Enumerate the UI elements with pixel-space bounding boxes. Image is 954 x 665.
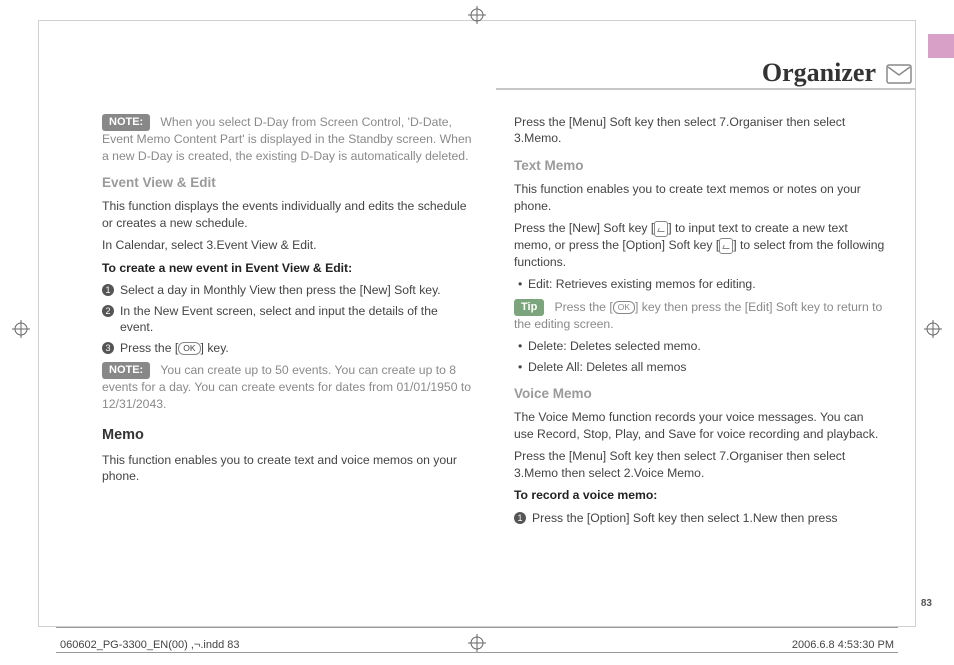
footer-timestamp: 2006.6.8 4:53:30 PM bbox=[792, 639, 894, 651]
tip-block: Tip Press the [OK] key then press the [E… bbox=[514, 299, 886, 333]
page-title: Organizer bbox=[762, 58, 876, 88]
step-text: Press the [Option] Soft key then select … bbox=[532, 511, 838, 525]
voice-memo-path: Press the [Menu] Soft key then select 7.… bbox=[514, 448, 886, 481]
note-badge: NOTE: bbox=[102, 114, 150, 131]
page-number: 83 bbox=[921, 598, 932, 609]
soft-key-icon bbox=[719, 238, 733, 254]
event-view-create-heading: To create a new event in Event View & Ed… bbox=[102, 260, 474, 276]
note-text: You can create up to 50 events. You can … bbox=[102, 363, 471, 411]
ok-key-icon: OK bbox=[178, 342, 200, 355]
note-block-1: NOTE: When you select D-Day from Screen … bbox=[102, 114, 474, 164]
content-columns: NOTE: When you select D-Day from Screen … bbox=[102, 108, 886, 597]
tip-badge: Tip bbox=[514, 299, 544, 316]
heading-voice-memo: Voice Memo bbox=[514, 385, 886, 403]
memo-desc: This function enables you to create text… bbox=[102, 452, 474, 485]
step-text: In the New Event screen, select and inpu… bbox=[120, 304, 438, 334]
print-footer: 060602_PG-3300_EN(00) ,¬.indd 83 2006.6.… bbox=[56, 627, 898, 653]
voice-step-1: 1 Press the [Option] Soft key then select… bbox=[514, 510, 886, 526]
registration-mark-left bbox=[12, 320, 30, 338]
right-column: Press the [Menu] Soft key then select 7.… bbox=[514, 108, 886, 597]
note-text: When you select D-Day from Screen Contro… bbox=[102, 115, 472, 163]
step-number-icon: 1 bbox=[514, 512, 526, 524]
step-number-icon: 3 bbox=[102, 342, 114, 354]
heading-event-view: Event View & Edit bbox=[102, 174, 474, 192]
option-delete-all: Delete All: Deletes all memos bbox=[518, 359, 886, 375]
event-steps: 1 Select a day in Monthly View then press… bbox=[102, 282, 474, 356]
step-number-icon: 1 bbox=[102, 284, 114, 296]
side-color-tab bbox=[928, 34, 954, 58]
registration-mark-right bbox=[924, 320, 942, 338]
footer-file-info: 060602_PG-3300_EN(00) ,¬.indd 83 bbox=[60, 639, 240, 651]
heading-memo: Memo bbox=[102, 426, 474, 446]
option-delete: Delete: Deletes selected memo. bbox=[518, 338, 886, 354]
event-step-2: 2 In the New Event screen, select and inp… bbox=[102, 303, 474, 336]
text-memo-options: Edit: Retrieves existing memos for editi… bbox=[518, 276, 886, 292]
voice-memo-record-heading: To record a voice memo: bbox=[514, 487, 886, 503]
left-column: NOTE: When you select D-Day from Screen … bbox=[102, 108, 474, 597]
voice-steps: 1 Press the [Option] Soft key then select… bbox=[514, 510, 886, 526]
footer-rule bbox=[56, 627, 898, 628]
event-step-1: 1 Select a day in Monthly View then press… bbox=[102, 282, 474, 298]
text-memo-options-2: Delete: Deletes selected memo. Delete Al… bbox=[518, 338, 886, 375]
footer-rule bbox=[56, 652, 898, 653]
title-rule bbox=[496, 88, 916, 90]
text-memo-instructions: Press the [New] Soft key [] to input tex… bbox=[514, 220, 886, 270]
note-badge: NOTE: bbox=[102, 362, 150, 379]
ok-key-icon: OK bbox=[613, 301, 635, 314]
registration-mark-top bbox=[468, 6, 486, 24]
text-memo-desc: This function enables you to create text… bbox=[514, 181, 886, 214]
event-step-3: 3Press the [OK] key. bbox=[102, 340, 474, 356]
event-view-desc: This function displays the events indivi… bbox=[102, 198, 474, 231]
step-number-icon: 2 bbox=[102, 305, 114, 317]
mail-icon bbox=[886, 64, 912, 89]
soft-key-icon bbox=[654, 221, 668, 237]
memo-path: Press the [Menu] Soft key then select 7.… bbox=[514, 114, 886, 147]
step-text: Select a day in Monthly View then press … bbox=[120, 283, 441, 297]
option-edit: Edit: Retrieves existing memos for editi… bbox=[518, 276, 886, 292]
note-block-2: NOTE: You can create up to 50 events. Yo… bbox=[102, 362, 474, 412]
heading-text-memo: Text Memo bbox=[514, 157, 886, 175]
event-view-path: In Calendar, select 3.Event View & Edit. bbox=[102, 237, 474, 253]
voice-memo-desc: The Voice Memo function records your voi… bbox=[514, 409, 886, 442]
